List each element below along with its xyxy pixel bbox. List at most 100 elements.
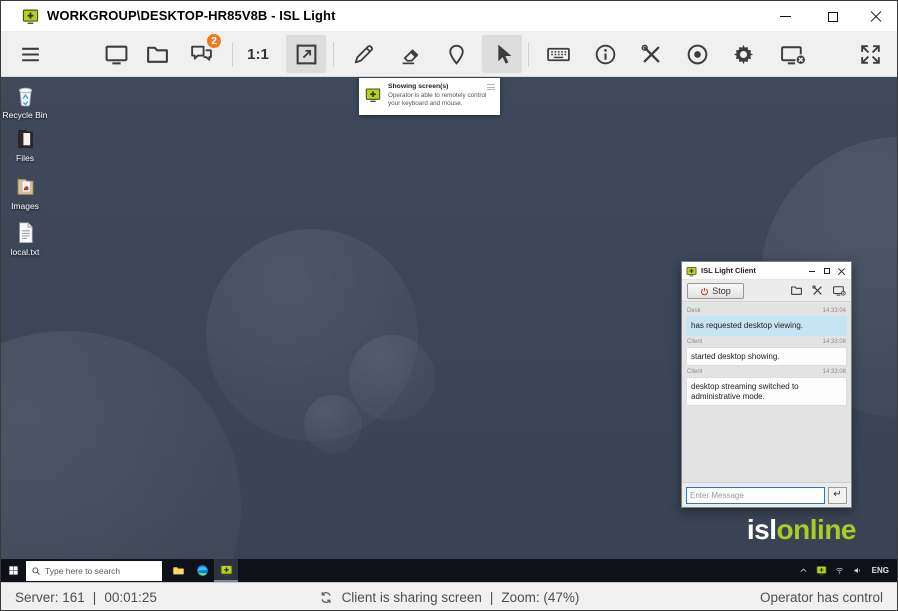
draw-button[interactable] <box>343 35 383 73</box>
settings-button[interactable] <box>723 35 763 73</box>
isl-light-window: WORKGROUP\DESKTOP-HR85V8B - ISL Light 2 … <box>0 0 898 611</box>
search-icon <box>31 566 41 576</box>
network-icon <box>835 566 844 575</box>
close-button[interactable] <box>853 1 898 32</box>
client-tools-button[interactable] <box>811 284 824 297</box>
monitors-button[interactable] <box>96 35 136 73</box>
maximize-icon <box>824 268 830 274</box>
client-window-title: ISL Light Client <box>701 266 756 275</box>
pin-icon <box>444 42 469 67</box>
maximize-icon <box>828 12 838 22</box>
message-text: started desktop showing. <box>686 347 847 367</box>
stop-sharing-button[interactable] <box>771 35 815 73</box>
session-time: 00:01:25 <box>104 590 157 605</box>
tray-isl-icon-button[interactable] <box>814 559 830 582</box>
tools-button[interactable] <box>631 35 671 73</box>
toolbar-separator <box>528 42 529 67</box>
background-circle <box>1 331 241 559</box>
taskbar-search[interactable]: Type here to search <box>26 561 162 581</box>
tray-network-button[interactable] <box>832 559 848 582</box>
search-placeholder: Type here to search <box>45 566 120 576</box>
gear-icon <box>731 42 756 67</box>
control-status: Operator has control <box>760 590 883 605</box>
images-folder-icon <box>12 173 39 200</box>
recycle-bin-icon <box>12 82 39 109</box>
scale-label: 1:1 <box>247 46 269 63</box>
message-sender: Client <box>687 339 702 345</box>
taskbar-file-explorer[interactable] <box>166 559 190 582</box>
message-sender: Client <box>687 369 702 375</box>
sync-icon <box>319 590 334 605</box>
file-manager-button[interactable] <box>137 35 177 73</box>
message-time: 14:33:04 <box>823 308 846 314</box>
sharing-status: Client is sharing screen <box>342 590 482 605</box>
title-bar: WORKGROUP\DESKTOP-HR85V8B - ISL Light <box>1 1 897 32</box>
status-server-info: Server: 161 | 00:01:25 <box>15 590 157 605</box>
background-circle <box>349 335 435 421</box>
fullscreen-button[interactable] <box>850 35 890 73</box>
taskbar-edge[interactable] <box>190 559 214 582</box>
list-icon <box>18 42 43 67</box>
keyboard-button[interactable] <box>538 35 578 73</box>
pointer-marker-button[interactable] <box>436 35 476 73</box>
desktop-icon-local-txt[interactable]: local.txt <box>2 219 48 257</box>
desktop-icon-files[interactable]: Files <box>2 125 48 163</box>
speaker-icon <box>853 566 862 575</box>
client-toolbar: Stop <box>682 280 851 302</box>
folder-icon <box>790 284 803 297</box>
isl-app-icon <box>220 564 233 577</box>
monitor-disconnect-icon <box>780 42 807 67</box>
eraser-icon <box>398 42 423 67</box>
tray-language[interactable]: ENG <box>868 566 893 575</box>
taskbar-isl-light[interactable] <box>214 559 238 582</box>
power-icon <box>700 287 709 296</box>
client-file-transfer-button[interactable] <box>790 284 803 297</box>
message-time: 14:33:06 <box>823 339 846 345</box>
desktop-icon-images[interactable]: Images <box>2 173 48 211</box>
cursor-button[interactable] <box>482 35 522 73</box>
zoom-level: Zoom: (47%) <box>501 590 579 605</box>
toolbar-separator <box>333 42 334 67</box>
client-minimize-button[interactable] <box>804 262 819 280</box>
chat-message: Desk 14:33:04 has requested desktop view… <box>686 308 847 336</box>
monitor-gear-icon <box>832 284 847 297</box>
remote-desktop-view: Recycle Bin Files Images local.txt Showi… <box>1 77 898 559</box>
session-menu-button[interactable] <box>10 35 50 73</box>
record-button[interactable] <box>677 35 717 73</box>
isl-app-icon <box>686 266 697 277</box>
status-bar: Server: 161 | 00:01:25 Client is sharing… <box>1 582 897 611</box>
desktop-icon-recycle-bin[interactable]: Recycle Bin <box>2 82 48 120</box>
pencil-icon <box>351 42 376 67</box>
chat-input[interactable] <box>686 487 825 504</box>
minimize-button[interactable] <box>762 1 808 32</box>
files-folder-icon <box>12 125 39 152</box>
actual-size-button[interactable]: 1:1 <box>238 35 278 73</box>
notification-title: Showing screen(s) <box>388 83 448 90</box>
client-maximize-button[interactable] <box>819 262 834 280</box>
client-title-bar: ISL Light Client <box>682 262 851 280</box>
chevron-up-icon <box>799 566 808 575</box>
cursor-icon <box>490 42 515 67</box>
minimize-icon <box>780 16 791 17</box>
send-button[interactable]: ↵ <box>828 487 847 504</box>
chat-log[interactable]: Desk 14:33:04 has requested desktop view… <box>682 303 851 482</box>
fit-screen-button[interactable] <box>286 35 326 73</box>
tray-chevron-button[interactable] <box>796 559 812 582</box>
session-info-button[interactable] <box>585 35 625 73</box>
fit-screen-icon <box>294 42 319 67</box>
chat-button[interactable]: 2 <box>181 35 221 73</box>
maximize-button[interactable] <box>810 1 856 32</box>
notification-menu-icon[interactable] <box>487 84 495 92</box>
client-desktop-sharing-button[interactable] <box>832 284 847 297</box>
isl-app-icon <box>22 8 39 25</box>
client-close-button[interactable] <box>834 262 849 280</box>
eraser-button[interactable] <box>390 35 430 73</box>
stop-button[interactable]: Stop <box>687 283 744 299</box>
desktop-icon-label: local.txt <box>2 248 48 257</box>
tray-volume-button[interactable] <box>850 559 866 582</box>
logo-prefix: isl <box>747 514 777 545</box>
desktop-icon-label: Images <box>2 202 48 211</box>
start-button[interactable] <box>1 559 26 582</box>
toolbar-separator <box>232 42 233 67</box>
server-label: Server: 161 <box>15 590 85 605</box>
